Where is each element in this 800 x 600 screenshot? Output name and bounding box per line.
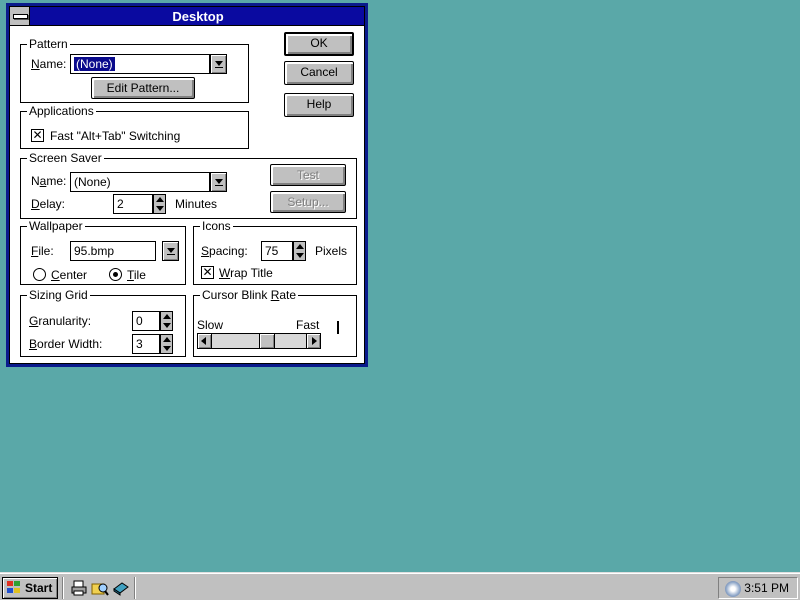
granularity-spinner-icon[interactable] (160, 311, 173, 331)
system-menu-icon[interactable] (10, 7, 30, 25)
taskbar: Start 3:51 PM (0, 572, 800, 600)
screen-saver-group: Screen Saver Name: (None) Delay: 2 Minut… (20, 151, 357, 219)
ok-button[interactable]: OK (284, 32, 354, 56)
wallpaper-group: Wallpaper File: 95.bmp Center Tile (20, 219, 186, 285)
window-title: Desktop (172, 9, 224, 24)
blink-rate-thumb[interactable] (259, 334, 275, 348)
cursor-blink-group: Cursor Blink Rate Slow Fast (193, 288, 357, 357)
border-width-value: 3 (136, 337, 143, 351)
wallpaper-file-value: 95.bmp (74, 244, 115, 258)
border-width-spinner-icon[interactable] (160, 334, 173, 354)
applications-group-title: Applications (27, 104, 96, 118)
taskbar-clock[interactable]: 3:51 PM (744, 581, 789, 595)
applications-group: Applications ✕ Fast "Alt+Tab" Switching (20, 104, 249, 149)
spacing-unit: Pixels (315, 244, 348, 258)
wrap-title-label: Wrap Title (219, 266, 273, 280)
wallpaper-file-label: File: (31, 244, 54, 258)
ok-label: OK (310, 36, 328, 50)
windows-logo-icon (7, 581, 21, 594)
spacing-value: 75 (265, 244, 279, 258)
cancel-label: Cancel (300, 65, 338, 79)
slow-label: Slow (197, 318, 224, 332)
fast-label: Fast (296, 318, 320, 332)
setup-button[interactable]: Setup... (270, 191, 346, 213)
fast-switch-label: Fast "Alt+Tab" Switching (50, 129, 181, 143)
screen-saver-name-value: (None) (74, 175, 111, 189)
start-button[interactable]: Start (2, 577, 58, 599)
screen-saver-name-label: Name: (31, 174, 67, 188)
pattern-name-label: Name: (31, 57, 67, 71)
tile-label: Tile (127, 268, 146, 282)
border-width-field[interactable]: 3 (132, 334, 160, 354)
center-label: Center (51, 268, 88, 282)
delay-label: Delay: (31, 197, 66, 211)
delay-spinner-icon[interactable] (153, 194, 166, 214)
dialog-client-area: Desktop Pattern Name: (None) Edit Patter… (9, 6, 365, 364)
quick-launch-end-separator (134, 577, 136, 599)
delay-value: 2 (117, 197, 124, 211)
wallpaper-dropdown-arrow-icon[interactable] (162, 241, 179, 261)
help-button[interactable]: Help (284, 93, 354, 117)
cancel-button[interactable]: Cancel (284, 61, 354, 85)
granularity-label: Granularity: (29, 314, 92, 328)
help-label: Help (306, 97, 332, 111)
desktop-dialog-window: Desktop Pattern Name: (None) Edit Patter… (6, 3, 368, 367)
quick-launch-separator (62, 577, 64, 599)
blink-cursor-preview (337, 321, 339, 334)
quick-launch-desktop-icon[interactable] (112, 579, 130, 597)
spacing-spinner-icon[interactable] (293, 241, 306, 261)
screen-saver-dropdown-arrow-icon[interactable] (210, 172, 227, 192)
edit-pattern-button[interactable]: Edit Pattern... (91, 77, 195, 99)
pattern-name-label-rest: ame: (39, 57, 67, 71)
scroll-left-arrow-icon[interactable] (198, 334, 212, 348)
start-label: Start (25, 581, 53, 595)
cursor-blink-title-part1: Cursor Blink (202, 288, 271, 302)
border-width-label: Border Width: (29, 337, 103, 351)
pattern-dropdown-arrow-icon[interactable] (210, 54, 227, 74)
pattern-name-dropdown[interactable]: (None) (70, 54, 210, 74)
system-tray: 3:51 PM (718, 577, 798, 599)
wallpaper-file-field[interactable]: 95.bmp (70, 241, 156, 261)
spacing-field[interactable]: 75 (261, 241, 293, 261)
blink-rate-scrollbar[interactable] (197, 333, 321, 349)
pattern-group: Pattern Name: (None) Edit Pattern... (20, 37, 249, 103)
test-label: Test (296, 168, 319, 182)
tray-speaker-icon[interactable] (725, 581, 741, 597)
wallpaper-group-title: Wallpaper (27, 219, 85, 233)
title-bar[interactable]: Desktop (10, 7, 364, 26)
granularity-value: 0 (136, 314, 143, 328)
screen-saver-group-title: Screen Saver (27, 151, 104, 165)
quick-launch-printer-icon[interactable] (70, 579, 88, 597)
delay-unit: Minutes (175, 197, 218, 211)
scroll-right-arrow-icon[interactable] (306, 334, 320, 348)
screen-saver-name-dropdown[interactable]: (None) (70, 172, 210, 192)
fast-switch-checkbox[interactable]: ✕ (31, 129, 44, 142)
cursor-blink-group-title: Cursor Blink Rate (200, 288, 299, 302)
sizing-grid-group: Sizing Grid Granularity: 0 Border Width:… (20, 288, 186, 357)
sizing-grid-group-title: Sizing Grid (27, 288, 90, 302)
wrap-title-checkbox[interactable]: ✕ (201, 266, 214, 279)
granularity-field[interactable]: 0 (132, 311, 160, 331)
cursor-blink-title-part3: ate (279, 288, 297, 302)
pattern-name-value: (None) (73, 56, 116, 72)
icons-group-title: Icons (200, 219, 233, 233)
spacing-label: Spacing: (201, 244, 248, 258)
center-radio[interactable] (33, 268, 46, 281)
setup-label: Setup... (287, 195, 329, 209)
delay-field[interactable]: 2 (113, 194, 153, 214)
pattern-group-title: Pattern (27, 37, 70, 51)
icons-group: Icons Spacing: 75 Pixels ✕ Wrap Title (193, 219, 357, 285)
test-button[interactable]: Test (270, 164, 346, 186)
quick-launch-explorer-icon[interactable] (91, 579, 109, 597)
tile-radio[interactable] (109, 268, 122, 281)
edit-pattern-label: Edit Pattern... (106, 81, 180, 95)
